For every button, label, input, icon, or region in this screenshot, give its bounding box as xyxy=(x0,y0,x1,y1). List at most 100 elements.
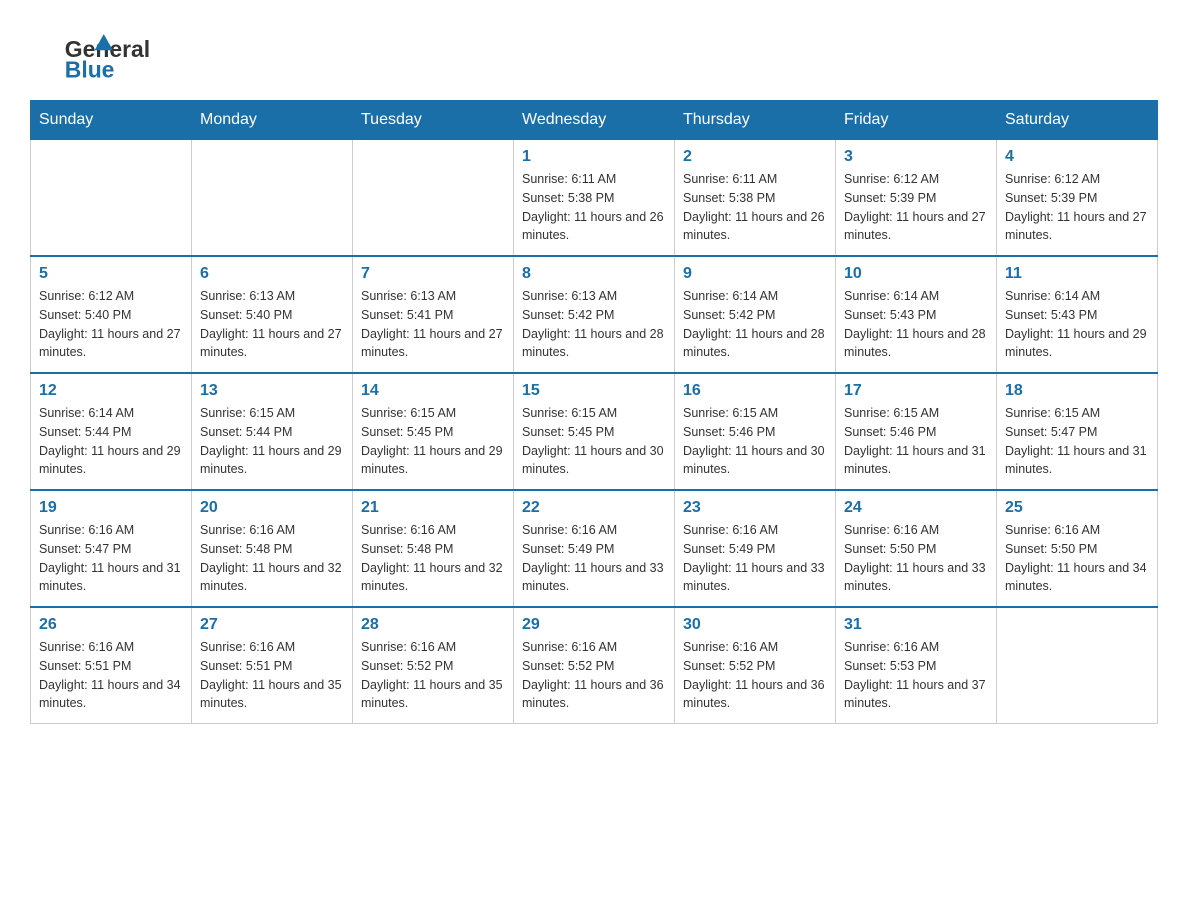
calendar-day-cell: 12 Sunrise: 6:14 AMSunset: 5:44 PMDayligh… xyxy=(31,373,192,490)
calendar-week-row: 26 Sunrise: 6:16 AMSunset: 5:51 PMDayligh… xyxy=(31,607,1158,724)
day-number: 30 xyxy=(683,616,827,634)
day-info: Sunrise: 6:16 AMSunset: 5:49 PMDaylight:… xyxy=(683,521,827,596)
calendar-day-cell: 18Sunrise: 6:15 AMSunset: 5:47 PMDayligh… xyxy=(997,373,1158,490)
calendar-day-cell: 10 Sunrise: 6:14 AMSunset: 5:43 PMDayligh… xyxy=(836,256,997,373)
calendar-header-day: Saturday xyxy=(997,101,1158,140)
day-info: Sunrise: 6:13 AMSunset: 5:42 PMDaylight:… xyxy=(522,287,666,362)
calendar-day-cell: 11 Sunrise: 6:14 AMSunset: 5:43 PMDayligh… xyxy=(997,256,1158,373)
page-header: General Blue xyxy=(30,20,1158,80)
day-number: 27 xyxy=(200,616,344,634)
calendar-day-cell: 15 Sunrise: 6:15 AMSunset: 5:45 PMDayligh… xyxy=(514,373,675,490)
day-number: 20 xyxy=(200,499,344,517)
day-number: 11 xyxy=(1005,265,1149,283)
calendar-day-cell: 20 Sunrise: 6:16 AMSunset: 5:48 PMDayligh… xyxy=(192,490,353,607)
day-number: 10 xyxy=(844,265,988,283)
day-number: 16 xyxy=(683,382,827,400)
day-number: 9 xyxy=(683,265,827,283)
calendar-day-cell xyxy=(997,607,1158,724)
day-number: 7 xyxy=(361,265,505,283)
day-number: 12 xyxy=(39,382,183,400)
day-number: 31 xyxy=(844,616,988,634)
day-number: 14 xyxy=(361,382,505,400)
calendar-day-cell: 9 Sunrise: 6:14 AMSunset: 5:42 PMDaylight… xyxy=(675,256,836,373)
calendar-day-cell: 31 Sunrise: 6:16 AMSunset: 5:53 PMDayligh… xyxy=(836,607,997,724)
calendar-week-row: 1 Sunrise: 6:11 AMSunset: 5:38 PMDaylight… xyxy=(31,140,1158,257)
logo: General Blue xyxy=(30,20,150,80)
calendar-day-cell: 25Sunrise: 6:16 AMSunset: 5:50 PMDayligh… xyxy=(997,490,1158,607)
calendar-day-cell: 23 Sunrise: 6:16 AMSunset: 5:49 PMDayligh… xyxy=(675,490,836,607)
calendar-day-cell: 5 Sunrise: 6:12 AMSunset: 5:40 PMDaylight… xyxy=(31,256,192,373)
day-number: 26 xyxy=(39,616,183,634)
calendar-day-cell: 1Sunrise: 6:11 AMSunset: 5:38 PMDaylight… xyxy=(514,140,675,257)
day-info: Sunrise: 6:16 AMSunset: 5:52 PMDaylight:… xyxy=(361,638,505,713)
calendar-header-day: Tuesday xyxy=(353,101,514,140)
calendar-week-row: 5 Sunrise: 6:12 AMSunset: 5:40 PMDaylight… xyxy=(31,256,1158,373)
calendar-day-cell: 3 Sunrise: 6:12 AMSunset: 5:39 PMDaylight… xyxy=(836,140,997,257)
calendar-day-cell: 7 Sunrise: 6:13 AMSunset: 5:41 PMDaylight… xyxy=(353,256,514,373)
calendar-day-cell: 26 Sunrise: 6:16 AMSunset: 5:51 PMDayligh… xyxy=(31,607,192,724)
day-info: Sunrise: 6:16 AMSunset: 5:48 PMDaylight:… xyxy=(200,521,344,596)
day-info: Sunrise: 6:11 AMSunset: 5:38 PMDaylight:… xyxy=(683,170,827,245)
day-info: Sunrise: 6:16 AMSunset: 5:52 PMDaylight:… xyxy=(522,638,666,713)
day-number: 28 xyxy=(361,616,505,634)
day-info: Sunrise: 6:16 AMSunset: 5:48 PMDaylight:… xyxy=(361,521,505,596)
day-info: Sunrise: 6:14 AMSunset: 5:43 PMDaylight:… xyxy=(1005,287,1149,362)
day-info: Sunrise: 6:15 AMSunset: 5:45 PMDaylight:… xyxy=(361,404,505,479)
day-number: 24 xyxy=(844,499,988,517)
day-info: Sunrise: 6:16 AMSunset: 5:49 PMDaylight:… xyxy=(522,521,666,596)
day-info: Sunrise: 6:13 AMSunset: 5:40 PMDaylight:… xyxy=(200,287,344,362)
day-number: 1 xyxy=(522,148,666,166)
day-info: Sunrise: 6:15 AMSunset: 5:45 PMDaylight:… xyxy=(522,404,666,479)
day-info: Sunrise: 6:12 AMSunset: 5:39 PMDaylight:… xyxy=(1005,170,1149,245)
calendar-header-day: Monday xyxy=(192,101,353,140)
calendar-day-cell: 17 Sunrise: 6:15 AMSunset: 5:46 PMDayligh… xyxy=(836,373,997,490)
day-number: 8 xyxy=(522,265,666,283)
day-number: 6 xyxy=(200,265,344,283)
calendar-header-day: Sunday xyxy=(31,101,192,140)
calendar-day-cell: 2 Sunrise: 6:11 AMSunset: 5:38 PMDaylight… xyxy=(675,140,836,257)
day-number: 19 xyxy=(39,499,183,517)
day-info: Sunrise: 6:12 AMSunset: 5:40 PMDaylight:… xyxy=(39,287,183,362)
calendar-table: SundayMondayTuesdayWednesdayThursdayFrid… xyxy=(30,100,1158,724)
day-number: 13 xyxy=(200,382,344,400)
day-info: Sunrise: 6:13 AMSunset: 5:41 PMDaylight:… xyxy=(361,287,505,362)
day-number: 2 xyxy=(683,148,827,166)
calendar-day-cell: 16Sunrise: 6:15 AMSunset: 5:46 PMDayligh… xyxy=(675,373,836,490)
day-number: 15 xyxy=(522,382,666,400)
day-info: Sunrise: 6:12 AMSunset: 5:39 PMDaylight:… xyxy=(844,170,988,245)
day-number: 4 xyxy=(1005,148,1149,166)
calendar-day-cell: 21 Sunrise: 6:16 AMSunset: 5:48 PMDayligh… xyxy=(353,490,514,607)
calendar-day-cell: 6 Sunrise: 6:13 AMSunset: 5:40 PMDaylight… xyxy=(192,256,353,373)
calendar-day-cell: 30Sunrise: 6:16 AMSunset: 5:52 PMDayligh… xyxy=(675,607,836,724)
calendar-day-cell: 24Sunrise: 6:16 AMSunset: 5:50 PMDayligh… xyxy=(836,490,997,607)
day-number: 22 xyxy=(522,499,666,517)
day-number: 25 xyxy=(1005,499,1149,517)
calendar-day-cell: 8 Sunrise: 6:13 AMSunset: 5:42 PMDaylight… xyxy=(514,256,675,373)
day-info: Sunrise: 6:16 AMSunset: 5:51 PMDaylight:… xyxy=(200,638,344,713)
day-number: 23 xyxy=(683,499,827,517)
calendar-week-row: 12 Sunrise: 6:14 AMSunset: 5:44 PMDayligh… xyxy=(31,373,1158,490)
day-number: 3 xyxy=(844,148,988,166)
day-info: Sunrise: 6:14 AMSunset: 5:44 PMDaylight:… xyxy=(39,404,183,479)
day-info: Sunrise: 6:16 AMSunset: 5:51 PMDaylight:… xyxy=(39,638,183,713)
day-info: Sunrise: 6:16 AMSunset: 5:53 PMDaylight:… xyxy=(844,638,988,713)
calendar-day-cell: 27 Sunrise: 6:16 AMSunset: 5:51 PMDayligh… xyxy=(192,607,353,724)
calendar-day-cell xyxy=(31,140,192,257)
calendar-header-day: Thursday xyxy=(675,101,836,140)
calendar-day-cell: 14 Sunrise: 6:15 AMSunset: 5:45 PMDayligh… xyxy=(353,373,514,490)
calendar-day-cell: 13Sunrise: 6:15 AMSunset: 5:44 PMDayligh… xyxy=(192,373,353,490)
calendar-header-day: Wednesday xyxy=(514,101,675,140)
day-info: Sunrise: 6:14 AMSunset: 5:42 PMDaylight:… xyxy=(683,287,827,362)
day-number: 5 xyxy=(39,265,183,283)
calendar-day-cell: 19Sunrise: 6:16 AMSunset: 5:47 PMDayligh… xyxy=(31,490,192,607)
day-info: Sunrise: 6:14 AMSunset: 5:43 PMDaylight:… xyxy=(844,287,988,362)
calendar-body: 1 Sunrise: 6:11 AMSunset: 5:38 PMDaylight… xyxy=(31,140,1158,724)
day-number: 21 xyxy=(361,499,505,517)
svg-text:Blue: Blue xyxy=(65,57,115,80)
calendar-day-cell: 29Sunrise: 6:16 AMSunset: 5:52 PMDayligh… xyxy=(514,607,675,724)
calendar-day-cell: 4 Sunrise: 6:12 AMSunset: 5:39 PMDaylight… xyxy=(997,140,1158,257)
day-info: Sunrise: 6:15 AMSunset: 5:46 PMDaylight:… xyxy=(844,404,988,479)
calendar-day-cell xyxy=(353,140,514,257)
calendar-day-cell: 28 Sunrise: 6:16 AMSunset: 5:52 PMDayligh… xyxy=(353,607,514,724)
day-number: 17 xyxy=(844,382,988,400)
